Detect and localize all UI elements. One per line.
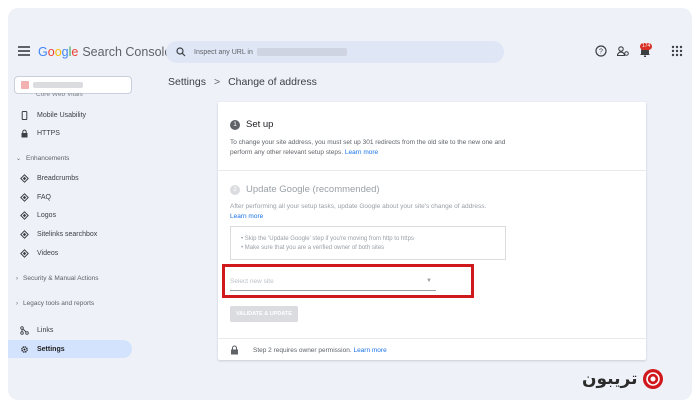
phone-icon — [21, 110, 28, 120]
section-label: Security & Manual Actions — [23, 275, 99, 282]
sidebar-item-breadcrumbs[interactable]: Breadcrumbs — [8, 169, 132, 187]
sidebar-item-logos[interactable]: Logos — [8, 206, 132, 224]
sidebar-item-label: Videos — [37, 249, 59, 257]
breadcrumb-settings[interactable]: Settings — [168, 76, 206, 88]
step2-header: 2 Update Google (recommended) — [230, 184, 380, 195]
help-icon[interactable]: ? — [594, 44, 608, 58]
diamond-icon — [20, 229, 29, 239]
diamond-icon — [20, 192, 29, 202]
property-selector[interactable] — [14, 76, 132, 94]
section-label: Legacy tools and reports — [23, 300, 95, 307]
sidebar-item-core-web-vitals[interactable]: Core Web Vitals — [36, 93, 83, 98]
chevron-right-icon: › — [16, 300, 18, 307]
step1-header: 1 Set up — [230, 119, 273, 130]
sidebar-item-mobile-usability[interactable]: Mobile Usability — [8, 106, 132, 124]
chevron-down-icon: ⌄ — [16, 156, 22, 162]
step1-number: 1 — [230, 119, 240, 130]
search-placeholder: Inspect any URL in — [194, 48, 253, 56]
chevron-right-icon: › — [16, 275, 18, 282]
lock-icon — [231, 345, 238, 355]
breadcrumb: Settings > Change of address — [168, 76, 317, 88]
gear-icon — [21, 345, 28, 353]
diamond-icon — [20, 173, 29, 183]
sidebar-item-links[interactable]: Links — [8, 321, 132, 339]
divider — [218, 338, 646, 339]
step1-title: Set up — [246, 119, 274, 130]
sidebar-item-label: HTTPS — [37, 129, 60, 137]
sidebar-section-enhancements[interactable]: ⌄ Enhancements — [16, 155, 69, 162]
tip-verified-owner: • Make sure that you are a verified owne… — [241, 245, 385, 251]
step1-learn-more-link[interactable]: Learn more — [345, 149, 378, 156]
menu-icon[interactable] — [18, 46, 30, 56]
sidebar-item-label: Breadcrumbs — [37, 174, 79, 182]
svg-text:?: ? — [599, 49, 603, 56]
divider — [218, 170, 646, 171]
lock-icon — [21, 129, 28, 137]
apps-grid-icon[interactable] — [670, 44, 684, 58]
step2-learn-more-link[interactable]: Learn more — [230, 213, 263, 220]
sidebar-item-label: Mobile Usability — [37, 111, 87, 119]
watermark-text: تریبون — [582, 369, 638, 389]
sidebar-item-faq[interactable]: FAQ — [8, 188, 132, 206]
footer-learn-more-link[interactable]: Learn more — [353, 347, 386, 354]
sidebar-section-legacy[interactable]: › Legacy tools and reports — [16, 300, 94, 307]
blurred-property — [256, 48, 347, 56]
diamond-icon — [20, 210, 29, 220]
highlight-box — [222, 264, 474, 298]
app-frame: Google Search Console Inspect any URL in … — [8, 8, 692, 400]
sidebar-item-label: Settings — [37, 345, 65, 353]
blurred-property-name — [33, 82, 83, 88]
sidebar-item-label: Logos — [37, 211, 57, 219]
step2-title: Update Google (recommended) — [246, 184, 380, 195]
links-icon — [20, 325, 29, 335]
sidebar-item-label: Links — [37, 326, 54, 334]
diamond-icon — [20, 248, 29, 258]
app-title: Search Console — [82, 45, 172, 59]
sidebar-item-sitelinks-searchbox[interactable]: Sitelinks searchbox — [8, 225, 132, 243]
validate-update-button[interactable]: VALIDATE & UPDATE — [230, 306, 298, 322]
owner-permission-note: Step 2 requires owner permission. Learn … — [230, 345, 387, 355]
change-of-address-card: 1 Set up To change your site address, yo… — [218, 102, 646, 360]
property-favicon — [21, 81, 29, 89]
page-title: Change of address — [228, 76, 317, 88]
url-inspect-search[interactable]: Inspect any URL in — [166, 41, 504, 63]
watermark-emblem-icon — [643, 369, 664, 389]
step2-description: After performing all your setup tasks, u… — [230, 203, 487, 220]
manage-users-icon[interactable] — [616, 44, 630, 58]
step2-tips-box: • Skip the 'Update Google' step if you'r… — [230, 226, 506, 260]
search-icon — [176, 47, 186, 57]
section-label: Enhancements — [26, 155, 70, 162]
sidebar-item-https[interactable]: HTTPS — [8, 124, 132, 142]
sidebar-item-settings[interactable]: Settings — [8, 340, 132, 358]
step1-description: To change your site address, you must se… — [230, 139, 506, 156]
notification-badge: 174 — [640, 43, 653, 50]
sidebar-item-videos[interactable]: Videos — [8, 244, 132, 262]
watermark-logo: تریبون — [582, 368, 664, 390]
sidebar-item-label: Sitelinks searchbox — [37, 230, 98, 238]
breadcrumb-separator: > — [213, 76, 221, 88]
sidebar-section-security[interactable]: › Security & Manual Actions — [16, 275, 99, 282]
step2-number: 2 — [230, 184, 240, 195]
sidebar-item-label: FAQ — [37, 193, 52, 201]
tip-skip: • Skip the 'Update Google' step if you'r… — [241, 236, 414, 242]
app-logo[interactable]: Google Search Console — [38, 45, 171, 59]
